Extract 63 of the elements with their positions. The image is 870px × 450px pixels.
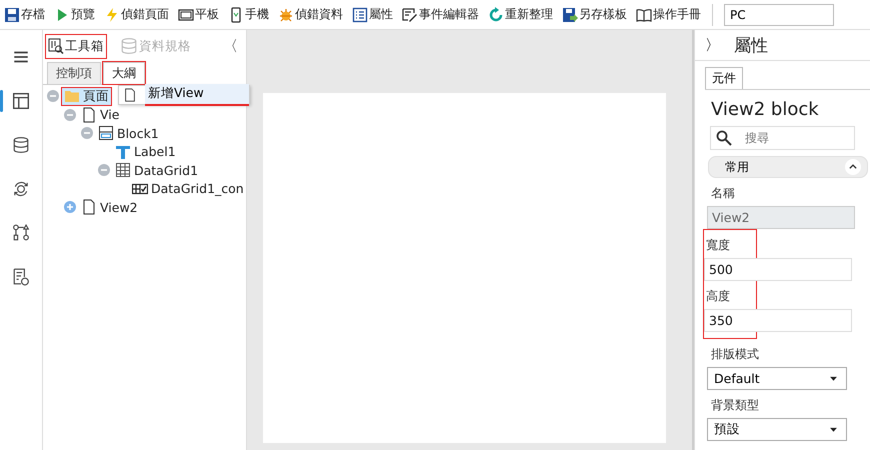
dropdown[interactable]: 預設 bbox=[707, 418, 847, 441]
lightning-icon bbox=[104, 6, 120, 22]
menu-item[interactable]: 新增View bbox=[145, 84, 249, 106]
tree-item[interactable]: 頁面 bbox=[62, 88, 111, 105]
book-icon bbox=[636, 6, 652, 22]
search-field[interactable]: 搜尋 bbox=[710, 126, 855, 150]
panel-title: 屬性 bbox=[734, 34, 768, 56]
refresh-icon bbox=[488, 6, 504, 22]
page-icon bbox=[81, 106, 97, 123]
field-label: 排版模式 bbox=[711, 346, 760, 363]
field-label: 名稱 bbox=[711, 185, 736, 202]
report-gear-icon bbox=[12, 268, 30, 286]
dropdown[interactable]: Default bbox=[707, 367, 847, 390]
tree-item[interactable]: Label1 bbox=[113, 144, 178, 160]
caret-icon bbox=[829, 374, 838, 383]
database-icon bbox=[12, 136, 30, 154]
component-title: View2 block bbox=[711, 99, 820, 120]
collapse-button[interactable]: 〈 bbox=[223, 36, 238, 56]
panel-tab[interactable]: 大綱 bbox=[103, 62, 145, 84]
panel-tab[interactable]: 控制項 bbox=[47, 62, 101, 84]
text-t-icon bbox=[115, 144, 131, 160]
toolbar-button[interactable]: 偵錯頁面 bbox=[104, 6, 169, 23]
field-label: 高度 bbox=[706, 288, 731, 305]
bug-icon bbox=[278, 6, 294, 22]
toolbar-button[interactable]: 平板 bbox=[178, 6, 219, 23]
toolbar-button[interactable]: 屬性 bbox=[352, 6, 393, 23]
tree-item[interactable]: Block1 bbox=[96, 125, 161, 142]
panel-tab[interactable]: 元件 bbox=[705, 67, 743, 89]
toolbar-button[interactable]: 預覽 bbox=[54, 6, 95, 23]
toolbar-button[interactable]: 手機 bbox=[228, 6, 269, 23]
tree-item[interactable]: DataGrid1 bbox=[113, 162, 200, 178]
toolbox-search-icon bbox=[48, 38, 64, 54]
search-icon bbox=[716, 130, 732, 146]
folder-icon bbox=[64, 88, 80, 104]
text-field[interactable]: 500 bbox=[704, 258, 852, 281]
tree-item[interactable]: DataGrid1_con bbox=[130, 180, 246, 197]
tree-item[interactable]: Vie bbox=[79, 106, 122, 123]
text-field[interactable]: 350 bbox=[704, 309, 852, 332]
field-label: 寬度 bbox=[706, 237, 731, 254]
toolbar-button[interactable]: 偵錯資料 bbox=[278, 6, 343, 23]
toolbar-button[interactable]: 另存樣板 bbox=[562, 6, 627, 23]
table-icon bbox=[115, 162, 131, 178]
toolbar-button[interactable]: 事件編輯器 bbox=[402, 6, 479, 23]
tree-item[interactable]: View2 bbox=[79, 199, 140, 216]
sync-gear-icon bbox=[12, 180, 30, 198]
device-field[interactable]: PC bbox=[724, 4, 834, 26]
toolbar-button[interactable]: 存檔 bbox=[4, 6, 45, 23]
caret-icon bbox=[829, 425, 838, 434]
block-icon bbox=[98, 125, 114, 142]
flow-diagram-icon bbox=[12, 224, 30, 242]
database-icon bbox=[120, 37, 138, 55]
expand-button[interactable]: 〉 bbox=[705, 36, 720, 54]
layout-icon bbox=[12, 92, 30, 110]
list-icon bbox=[352, 6, 368, 22]
field-label: 背景類型 bbox=[711, 397, 760, 414]
panel-tab[interactable]: 工具箱 bbox=[46, 34, 106, 58]
toolbar-button[interactable]: 操作手冊 bbox=[636, 6, 701, 23]
floppy-icon bbox=[4, 6, 20, 22]
tablet-icon bbox=[178, 6, 194, 22]
pencil-sheet-icon bbox=[402, 6, 418, 22]
section-header[interactable]: 常用 bbox=[708, 156, 868, 178]
page-icon bbox=[81, 199, 97, 216]
toolbar-button[interactable]: 重新整理 bbox=[488, 6, 553, 23]
